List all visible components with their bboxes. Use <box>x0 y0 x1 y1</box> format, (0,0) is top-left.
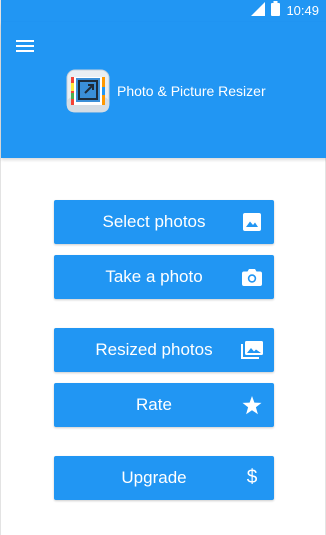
dollar-icon: $ <box>246 467 258 488</box>
status-icons: 10:49 <box>251 1 319 21</box>
camera-icon <box>242 267 262 287</box>
app-header: Photo & Picture Resizer <box>1 22 326 158</box>
image-icon <box>242 212 262 232</box>
select-photos-button[interactable]: Select photos <box>54 200 274 244</box>
take-photo-label: Take a photo <box>105 267 203 286</box>
resize-frame-icon <box>66 69 110 113</box>
photo-library-icon <box>240 340 264 360</box>
select-photos-label: Select photos <box>102 212 206 231</box>
app-logo <box>66 69 110 113</box>
menu-button[interactable] <box>13 36 37 60</box>
hamburger-menu-icon <box>16 39 34 58</box>
app-title: Photo & Picture Resizer <box>117 83 266 99</box>
star-icon <box>242 395 262 415</box>
rate-label: Rate <box>136 395 172 414</box>
status-bar: 10:49 <box>1 0 326 22</box>
app-screen: 10:49 Photo & Picture Resizer Select pho… <box>0 0 326 535</box>
status-time: 10:49 <box>286 3 319 18</box>
signal-icon <box>251 1 266 21</box>
resized-photos-button[interactable]: Resized photos <box>54 328 274 372</box>
upgrade-label: Upgrade <box>121 468 187 487</box>
take-photo-button[interactable]: Take a photo <box>54 255 274 299</box>
battery-icon <box>271 1 281 21</box>
upgrade-button[interactable]: Upgrade $ <box>54 456 274 500</box>
rate-button[interactable]: Rate <box>54 383 274 427</box>
resized-photos-label: Resized photos <box>95 340 213 359</box>
